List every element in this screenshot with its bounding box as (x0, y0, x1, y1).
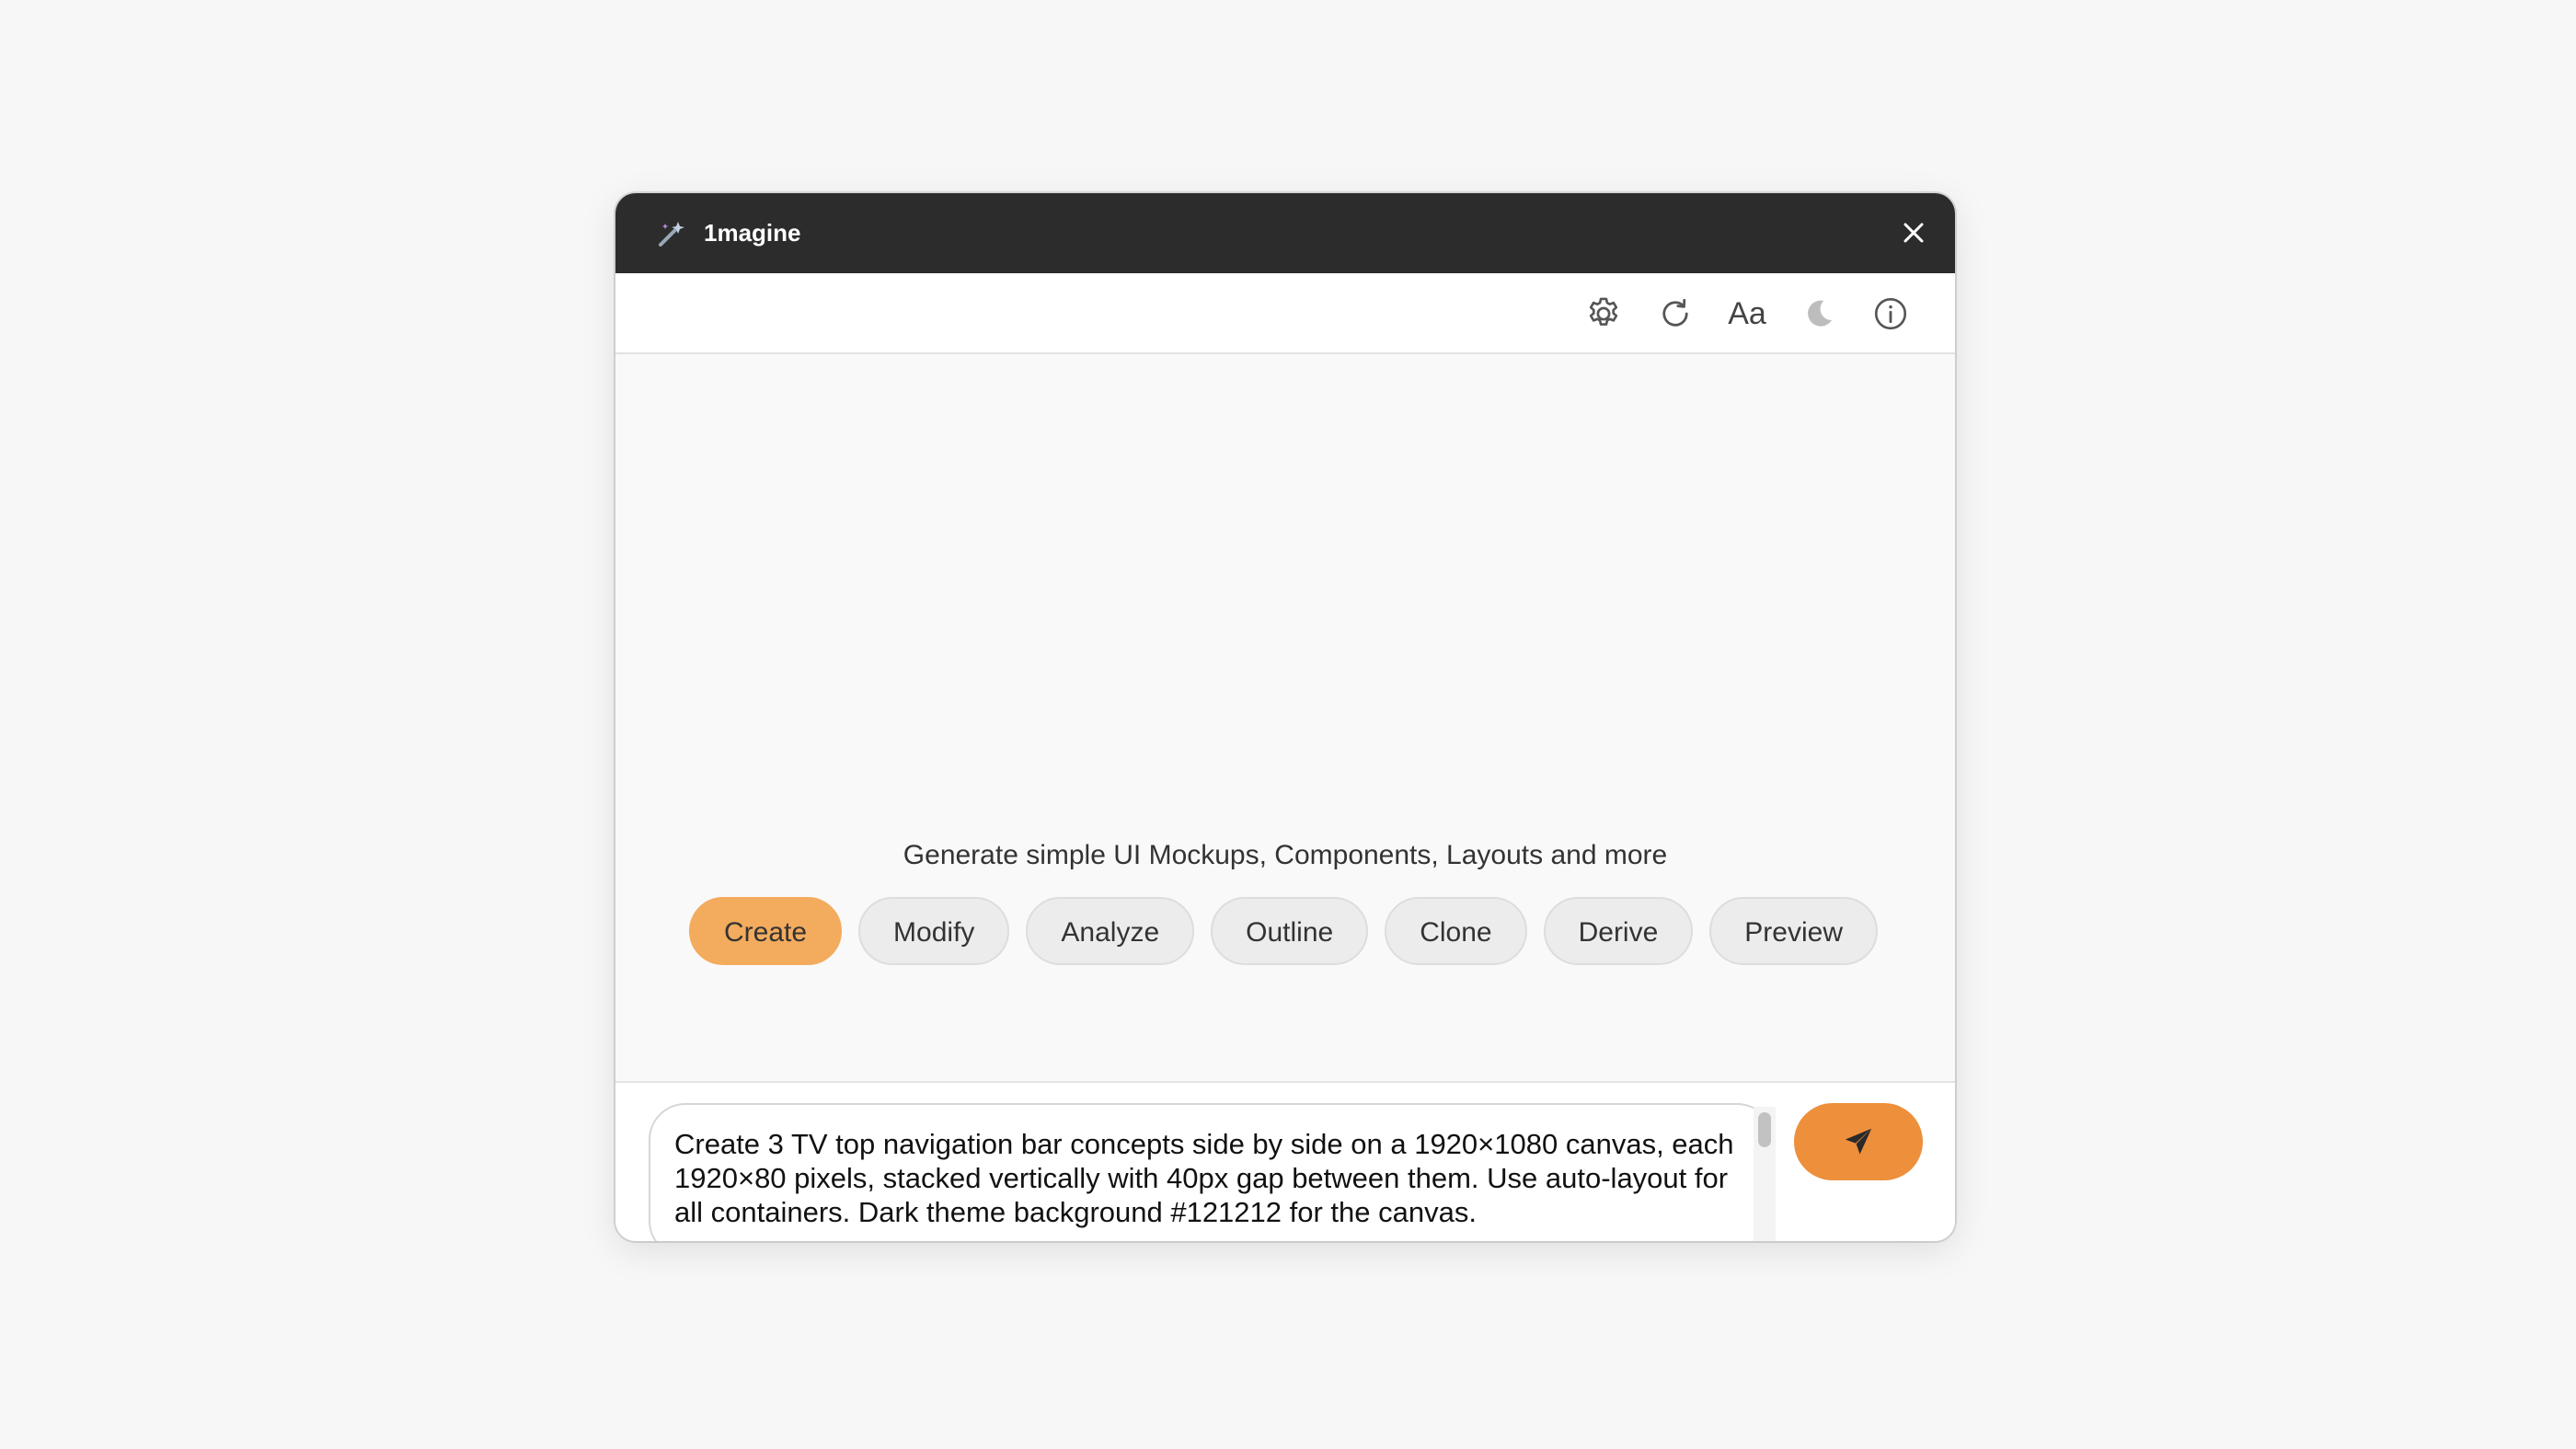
imagine-window: 1magine Aa Generate simple UI Mockups, C… (615, 193, 1955, 1241)
prompt-input[interactable]: Create 3 TV top navigation bar concepts … (649, 1103, 1774, 1241)
magic-wand-icon (656, 218, 687, 249)
title-bar: 1magine (615, 193, 1955, 273)
mode-outline-button[interactable]: Outline (1211, 897, 1369, 965)
mode-derive-button[interactable]: Derive (1543, 897, 1694, 965)
font-size-icon[interactable]: Aa (1725, 292, 1769, 336)
mode-clone-button[interactable]: Clone (1385, 897, 1527, 965)
app-title: 1magine (704, 219, 801, 247)
gear-icon[interactable] (1581, 292, 1626, 336)
refresh-icon[interactable] (1653, 292, 1697, 336)
mode-analyze-button[interactable]: Analyze (1026, 897, 1195, 965)
prompt-scrollbar[interactable] (1754, 1107, 1776, 1241)
send-icon (1845, 1128, 1872, 1155)
mode-preview-button[interactable]: Preview (1709, 897, 1878, 965)
tagline: Generate simple UI Mockups, Components, … (903, 840, 1668, 870)
mode-create-button[interactable]: Create (689, 897, 843, 965)
info-icon[interactable] (1869, 292, 1913, 336)
close-icon[interactable] (1898, 217, 1929, 248)
mode-modify-button[interactable]: Modify (858, 897, 1010, 965)
toolbar: Aa (615, 273, 1955, 354)
prompt-area: Create 3 TV top navigation bar concepts … (615, 1081, 1955, 1241)
moon-icon[interactable] (1797, 292, 1841, 336)
mode-selector: Create Modify Analyze Outline Clone Deri… (689, 897, 1878, 965)
scrollbar-thumb[interactable] (1758, 1112, 1771, 1147)
send-button[interactable] (1794, 1103, 1923, 1180)
